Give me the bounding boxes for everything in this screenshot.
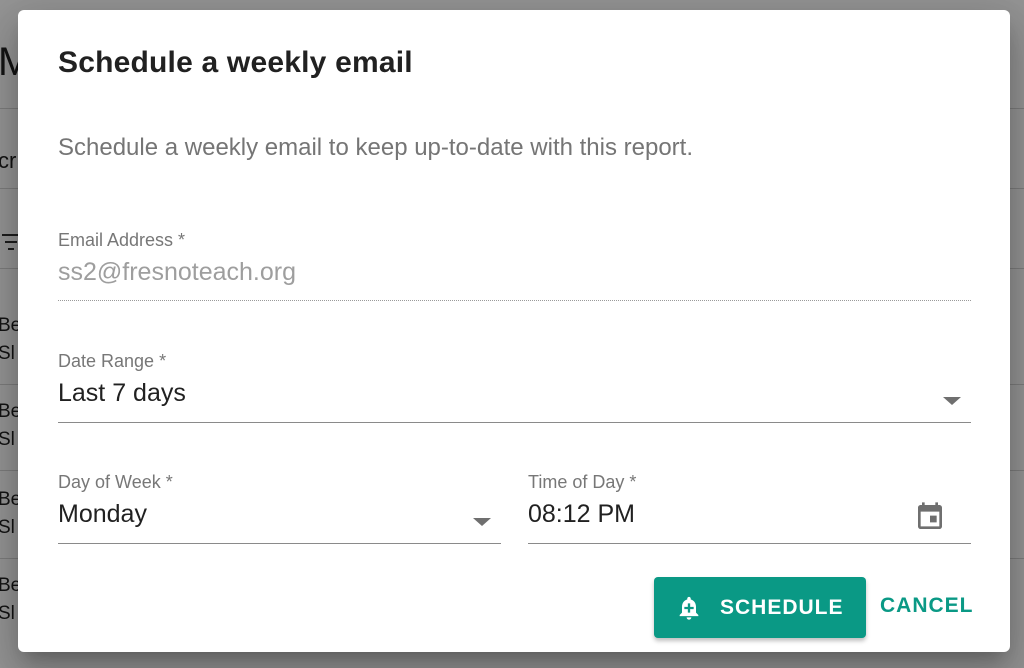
schedule-button-label: SCHEDULE [720, 596, 844, 619]
bell-plus-icon [679, 596, 699, 620]
cancel-button[interactable]: CANCEL [880, 594, 974, 618]
schedule-button[interactable]: SCHEDULE [654, 577, 866, 638]
chevron-down-icon [943, 397, 961, 405]
day-of-week-underline [58, 543, 501, 544]
time-of-day-value[interactable]: 08:12 PM [528, 500, 635, 529]
time-of-day-label: Time of Day * [528, 472, 637, 492]
time-of-day-underline [528, 543, 971, 544]
date-range-underline [58, 422, 971, 423]
email-field-value: ss2@fresnoteach.org [58, 258, 297, 286]
day-of-week-select[interactable]: Day of Week * Monday [58, 472, 501, 546]
date-range-select[interactable]: Date Range * Last 7 days [58, 351, 971, 425]
schedule-email-dialog: Schedule a weekly email Schedule a weekl… [18, 10, 1010, 652]
email-field: Email Address * ss2@fresnoteach.org [58, 230, 971, 304]
email-field-underline [58, 300, 971, 301]
email-field-label: Email Address * [58, 230, 186, 250]
time-of-day-input[interactable]: Time of Day * 08:12 PM [528, 472, 971, 546]
dialog-description: Schedule a weekly email to keep up-to-da… [58, 134, 694, 161]
date-range-label: Date Range * [58, 351, 167, 371]
chevron-down-icon [473, 518, 491, 526]
calendar-icon[interactable] [914, 500, 946, 534]
day-of-week-value: Monday [58, 500, 147, 528]
date-range-value: Last 7 days [58, 379, 186, 407]
day-of-week-label: Day of Week * [58, 472, 173, 492]
dialog-title: Schedule a weekly email [58, 46, 413, 79]
